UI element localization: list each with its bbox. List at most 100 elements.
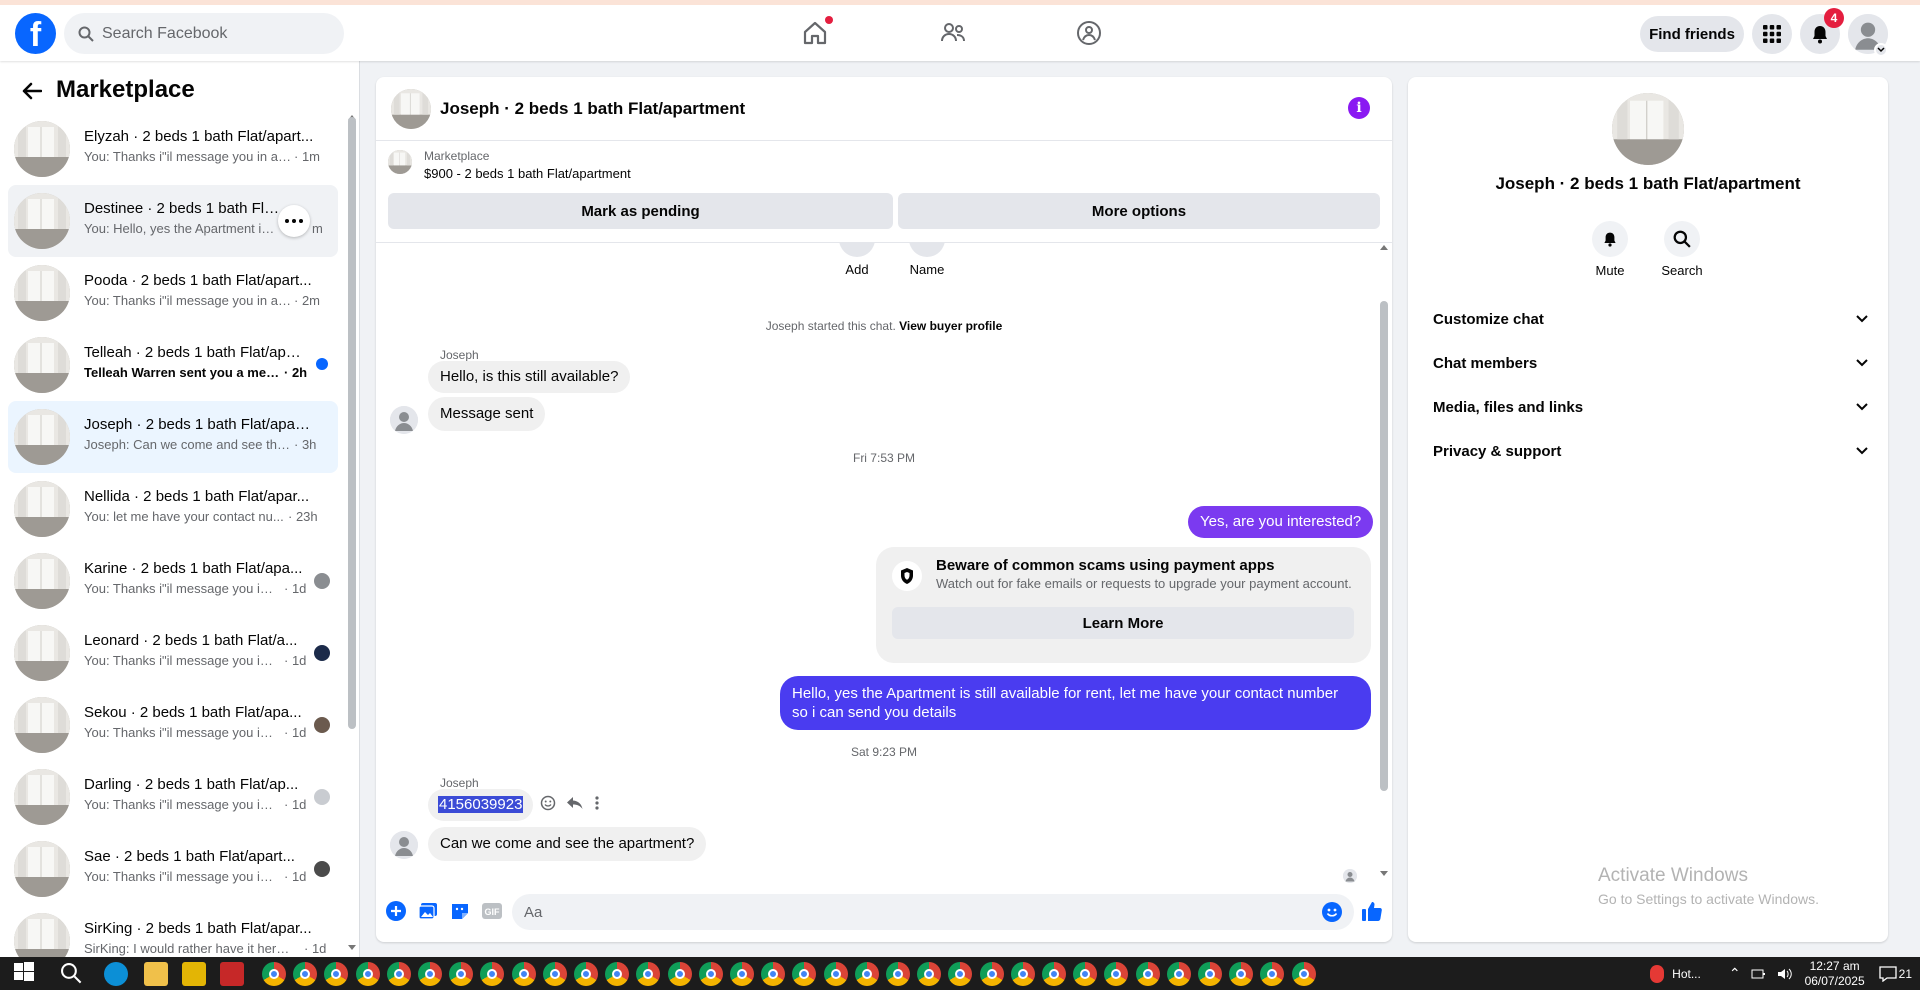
menu-button[interactable] bbox=[1752, 14, 1792, 54]
chrome-window-icon[interactable] bbox=[636, 962, 661, 986]
message-input[interactable] bbox=[524, 894, 1304, 930]
nav-friends[interactable] bbox=[925, 13, 981, 53]
notification-center[interactable]: 21 bbox=[1878, 965, 1912, 982]
incoming-message[interactable]: Hello, is this still available? bbox=[428, 361, 631, 393]
conversation-item[interactable]: Nellida · 2 beds 1 bath Flat/apar... You… bbox=[8, 473, 338, 545]
conversation-item[interactable]: Sae · 2 beds 1 bath Flat/apart... You: T… bbox=[8, 833, 338, 905]
chrome-window-icon[interactable] bbox=[262, 962, 286, 986]
conversation-item[interactable]: Leonard · 2 beds 1 bath Flat/a... You: T… bbox=[8, 617, 338, 689]
chrome-window-icon[interactable] bbox=[948, 962, 973, 986]
chrome-window-icon[interactable] bbox=[418, 962, 442, 986]
chrome-window-icon[interactable] bbox=[917, 962, 942, 986]
network-icon[interactable] bbox=[1751, 968, 1767, 980]
facebook-logo[interactable]: f bbox=[15, 13, 56, 54]
mute-action[interactable]: Mute bbox=[1575, 221, 1645, 278]
chrome-window-icon[interactable] bbox=[886, 962, 910, 986]
add-action[interactable]: Add bbox=[839, 243, 875, 277]
weather-thermometer-icon[interactable] bbox=[1650, 964, 1665, 983]
chrome-window-icon[interactable] bbox=[511, 962, 536, 986]
chrome-window-icon[interactable] bbox=[792, 962, 817, 986]
chat-title[interactable]: Joseph · 2 beds 1 bath Flat/apartment bbox=[440, 99, 745, 119]
conversation-item[interactable]: Pooda · 2 beds 1 bath Flat/apart... You:… bbox=[8, 257, 338, 329]
privacy-support-section[interactable]: Privacy & support bbox=[1416, 429, 1880, 473]
chrome-window-icon[interactable] bbox=[293, 962, 318, 986]
chrome-window-icon[interactable] bbox=[480, 962, 505, 986]
listing-avatar-large[interactable] bbox=[1612, 93, 1684, 165]
send-like-button[interactable] bbox=[1360, 899, 1384, 923]
chrome-window-icon[interactable] bbox=[823, 962, 848, 986]
emoji-icon[interactable] bbox=[1322, 902, 1342, 922]
chrome-window-icon[interactable] bbox=[730, 962, 754, 986]
chat-scrollbar[interactable] bbox=[1380, 301, 1388, 791]
reply-icon[interactable] bbox=[566, 795, 584, 811]
sticker-button[interactable] bbox=[448, 899, 472, 923]
chrome-window-icon[interactable] bbox=[1135, 962, 1160, 986]
customize-chat-section[interactable]: Customize chat bbox=[1416, 297, 1880, 341]
incoming-message[interactable]: Can we come and see the apartment? bbox=[428, 827, 707, 861]
react-smiley-icon[interactable] bbox=[540, 795, 556, 811]
sticky-notes-icon[interactable] bbox=[182, 962, 206, 986]
chrome-window-icon[interactable] bbox=[1010, 962, 1035, 986]
inbox-scrollbar[interactable] bbox=[348, 117, 356, 729]
chrome-window-icon[interactable] bbox=[605, 962, 630, 986]
conversation-info-button[interactable]: i bbox=[1348, 97, 1370, 119]
search-in-conversation-action[interactable]: Search bbox=[1647, 221, 1717, 278]
chrome-window-icon[interactable] bbox=[355, 962, 380, 986]
conversation-item[interactable]: Darling · 2 beds 1 bath Flat/ap... You: … bbox=[8, 761, 338, 833]
chrome-window-icon[interactable] bbox=[667, 962, 692, 986]
chrome-window-icon[interactable] bbox=[574, 962, 598, 986]
conversation-item[interactable]: Karine · 2 beds 1 bath Flat/apa... You: … bbox=[8, 545, 338, 617]
edge-browser-icon[interactable] bbox=[104, 962, 128, 986]
incoming-message[interactable]: Message sent bbox=[428, 397, 546, 431]
volume-icon[interactable] bbox=[1777, 967, 1793, 981]
gif-button[interactable]: GIF bbox=[480, 899, 504, 923]
conversation-item[interactable]: Joseph · 2 beds 1 bath Flat/apart... Jos… bbox=[8, 401, 338, 473]
find-friends-button[interactable]: Find friends bbox=[1640, 16, 1744, 52]
conversation-item[interactable]: Destinee · 2 beds 1 bath Flat/... You: H… bbox=[8, 185, 338, 257]
file-explorer-icon[interactable] bbox=[144, 962, 168, 986]
chrome-window-icon[interactable] bbox=[1073, 962, 1098, 986]
chrome-window-icon[interactable] bbox=[854, 962, 879, 986]
chrome-window-icon[interactable] bbox=[1229, 962, 1254, 986]
clock[interactable]: 12:27 am 06/07/2025 bbox=[1805, 959, 1865, 989]
chrome-window-icon[interactable] bbox=[1291, 962, 1316, 986]
chrome-window-icon[interactable] bbox=[1042, 962, 1066, 986]
scroll-down-arrow[interactable] bbox=[1380, 871, 1388, 876]
listing-thumbnail[interactable] bbox=[388, 150, 412, 174]
chrome-window-icon[interactable] bbox=[1166, 962, 1191, 986]
chrome-window-icon[interactable] bbox=[1260, 962, 1285, 986]
conversation-more-button[interactable] bbox=[278, 205, 310, 237]
chrome-window-icon[interactable] bbox=[449, 962, 474, 986]
search-input[interactable] bbox=[102, 24, 322, 43]
conversation-item[interactable]: Elyzah · 2 beds 1 bath Flat/apart... You… bbox=[8, 113, 338, 185]
weather-label[interactable]: Hot... bbox=[1672, 967, 1701, 981]
view-buyer-profile-link[interactable]: View buyer profile bbox=[899, 319, 1002, 333]
outgoing-message[interactable]: Yes, are you interested? bbox=[1188, 506, 1374, 538]
more-actions-button[interactable] bbox=[384, 899, 408, 923]
chrome-window-icon[interactable] bbox=[542, 962, 567, 986]
scroll-down-arrow[interactable] bbox=[348, 945, 356, 950]
nav-groups[interactable] bbox=[1061, 13, 1117, 53]
chrome-window-icon[interactable] bbox=[979, 962, 1004, 986]
chrome-window-icon[interactable] bbox=[698, 962, 723, 986]
conversation-item[interactable]: Sekou · 2 beds 1 bath Flat/apa... You: T… bbox=[8, 689, 338, 761]
mark-as-pending-button[interactable]: Mark as pending bbox=[388, 193, 893, 229]
more-options-button[interactable]: More options bbox=[898, 193, 1380, 229]
chrome-window-icon[interactable] bbox=[761, 962, 786, 986]
back-button[interactable] bbox=[18, 77, 46, 105]
listing-price[interactable]: $900 - 2 beds 1 bath Flat/apartment bbox=[424, 166, 631, 181]
chrome-window-icon[interactable] bbox=[1198, 962, 1222, 986]
learn-more-button[interactable]: Learn More bbox=[892, 607, 1354, 639]
account-chevron[interactable] bbox=[1874, 43, 1888, 57]
sender-avatar[interactable] bbox=[390, 831, 418, 859]
windows-start-icon[interactable] bbox=[14, 962, 38, 986]
chrome-window-icon[interactable] bbox=[386, 962, 411, 986]
scroll-up-arrow[interactable] bbox=[1380, 245, 1388, 250]
search-icon[interactable] bbox=[60, 962, 84, 986]
name-action[interactable]: Name bbox=[909, 243, 945, 277]
nav-home[interactable] bbox=[787, 13, 843, 53]
conversation-item[interactable]: Telleah · 2 beds 1 bath Flat/apa... Tell… bbox=[8, 329, 338, 401]
media-files-links-section[interactable]: Media, files and links bbox=[1416, 385, 1880, 429]
incoming-message[interactable]: 4156039923 bbox=[428, 789, 534, 821]
chevron-up-icon[interactable]: ⌃ bbox=[1729, 965, 1741, 982]
